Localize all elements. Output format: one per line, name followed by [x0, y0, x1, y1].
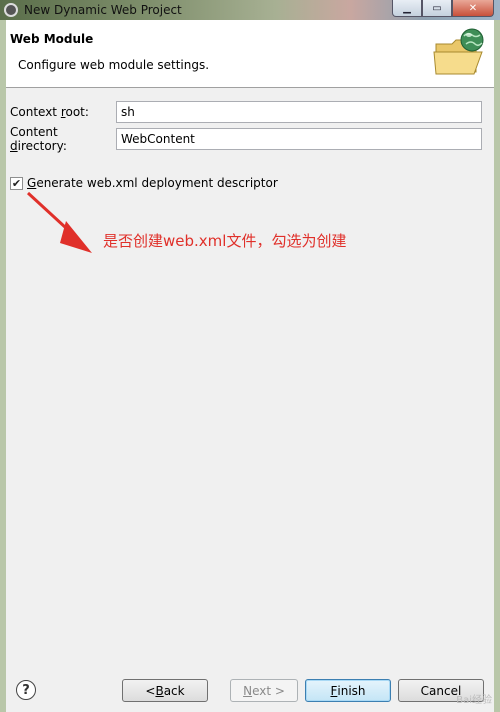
maximize-button[interactable]: ▭	[422, 0, 452, 17]
back-button[interactable]: < Back	[122, 679, 208, 702]
dialog-frame: Web Module Configure web module settings…	[0, 20, 500, 712]
minimize-button[interactable]: ▁	[392, 0, 422, 17]
window-controls: ▁ ▭ ✕	[392, 0, 494, 18]
eclipse-app-icon	[4, 3, 18, 17]
wizard-content: Context root: Content directory: ✔ Gener…	[6, 89, 494, 712]
context-root-input[interactable]	[116, 101, 482, 123]
help-button[interactable]: ?	[16, 680, 36, 700]
watermark: Bai经验	[456, 695, 492, 706]
context-root-label: Context root:	[10, 105, 89, 119]
generate-descriptor-row[interactable]: ✔ Generate web.xml deployment descriptor	[10, 176, 278, 190]
window-title: New Dynamic Web Project	[24, 3, 182, 17]
context-root-row: Context root:	[10, 101, 482, 123]
content-directory-label: Content directory:	[10, 125, 67, 153]
finish-button[interactable]: Finish	[305, 679, 391, 702]
page-title: Web Module	[10, 32, 94, 46]
generate-descriptor-label: Generate web.xml deployment descriptor	[27, 176, 278, 190]
title-bar[interactable]: New Dynamic Web Project ▁ ▭ ✕	[0, 0, 500, 20]
annotation-arrow-icon	[26, 191, 92, 253]
wizard-banner: Web Module Configure web module settings…	[6, 20, 494, 88]
next-button[interactable]: Next >	[230, 679, 298, 702]
folder-globe-icon	[433, 28, 484, 75]
generate-descriptor-checkbox[interactable]: ✔	[10, 176, 23, 190]
page-description: Configure web module settings.	[18, 58, 210, 72]
content-directory-input[interactable]	[116, 128, 482, 150]
content-directory-row: Content directory:	[10, 125, 482, 153]
close-button[interactable]: ✕	[452, 0, 494, 17]
annotation-text: 是否创建web.xml文件，勾选为创建	[103, 232, 347, 250]
